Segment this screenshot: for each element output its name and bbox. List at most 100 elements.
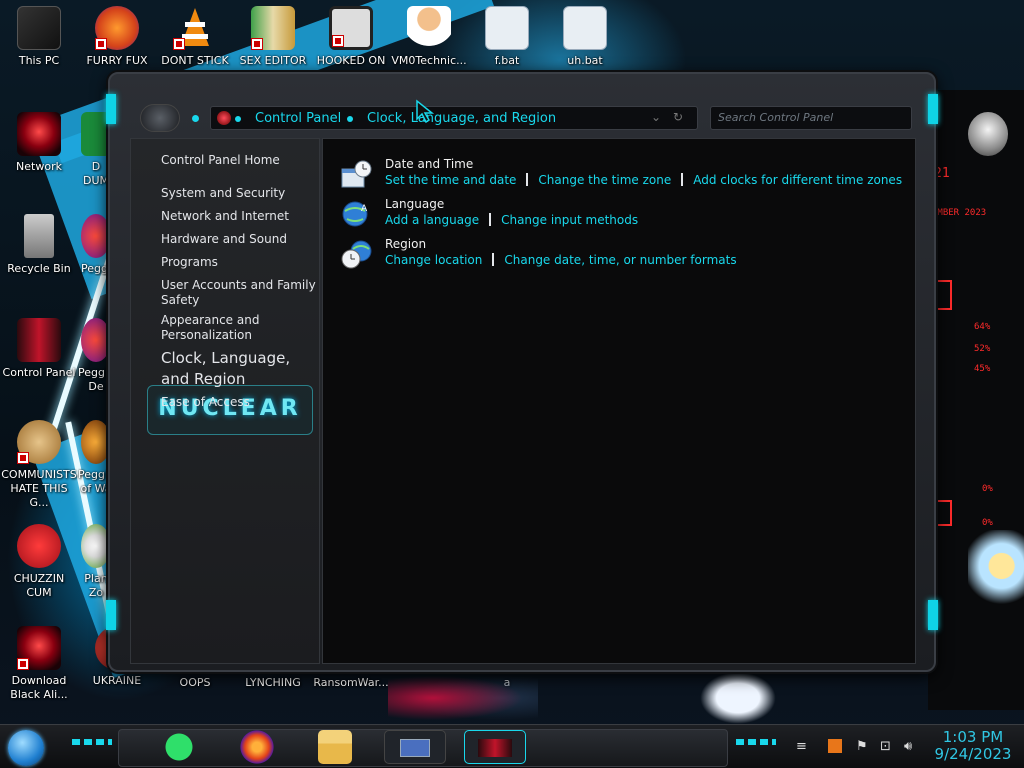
desktop-icon-communists[interactable]: COMMUNISTS HATE THIS G...: [0, 420, 78, 510]
control-panel-window[interactable]: Control Panel Clock, Language, and Regio…: [106, 72, 938, 672]
maze-app-icon: [329, 6, 373, 50]
control-panel-small-icon: [217, 111, 231, 125]
desktop-icon-uh-bat[interactable]: uh.bat: [546, 6, 624, 68]
desktop-icon-label: Network: [16, 160, 62, 173]
wallpaper-star-character: [968, 530, 1024, 620]
link-separator: [526, 173, 529, 186]
desktop-icon-control-panel[interactable]: Control Panel: [0, 318, 78, 380]
hud-readout: 45%: [974, 364, 991, 374]
flag-icon[interactable]: ⚑: [856, 739, 868, 754]
tray-app-icon[interactable]: [828, 739, 842, 753]
sidebar-item-network-internet[interactable]: Network and Internet: [161, 209, 319, 224]
clock[interactable]: 1:03 PM 9/24/2023: [930, 729, 1016, 763]
sidebar-item-hardware-sound[interactable]: Hardware and Sound: [161, 232, 319, 247]
address-bar[interactable]: Control Panel Clock, Language, and Regio…: [210, 106, 698, 130]
desktop-icon-network[interactable]: Network: [0, 112, 78, 174]
link-change-location[interactable]: Change location: [385, 253, 482, 267]
desktop-icon-furry-fux[interactable]: FURRY FUX: [78, 6, 156, 68]
app-thumbnail-icon: [478, 739, 512, 757]
link-change-formats[interactable]: Change date, time, or number formats: [504, 253, 736, 267]
firefox-icon: [95, 6, 139, 50]
network-icon[interactable]: ⊡: [880, 739, 891, 754]
category-title[interactable]: Region: [385, 237, 426, 251]
link-change-input-methods[interactable]: Change input methods: [501, 213, 638, 227]
spotify-icon[interactable]: [162, 730, 196, 764]
link-add-language[interactable]: Add a language: [385, 213, 479, 227]
desktop-icon-lynching[interactable]: LYNCHING: [234, 676, 312, 690]
navigation-bar: Control Panel Clock, Language, and Regio…: [140, 104, 912, 132]
desktop-icon-sex-editor[interactable]: SEX EDITOR: [234, 6, 312, 68]
hex-editor-icon: [251, 6, 295, 50]
desktop-icon-label: f.bat: [494, 54, 520, 67]
link-separator: [492, 253, 495, 266]
desktop-icon-label: Plan Zo: [84, 572, 108, 599]
desktop-icon-label: Peggl: [80, 262, 112, 275]
desktop-icon-this-pc[interactable]: This PC: [0, 6, 78, 68]
desktop-icon-dont-stick[interactable]: DONT STICK: [156, 6, 234, 68]
sidebar-item-home[interactable]: Control Panel Home: [161, 153, 319, 168]
chevron-down-icon[interactable]: ⌄: [651, 110, 661, 124]
volume-icon[interactable]: 🔊︎: [904, 739, 912, 754]
desktop-icon-label: DONT STICK: [161, 54, 229, 67]
sidebar-item-system-security[interactable]: System and Security: [161, 186, 319, 201]
sidebar-item-ease-of-access[interactable]: Ease of Access: [161, 395, 319, 410]
nav-indicator-icon: [192, 115, 199, 122]
recycle-bin-icon: [24, 214, 54, 258]
sidebar-item-user-accounts[interactable]: User Accounts and Family Safety: [161, 278, 319, 308]
alienware-logo-icon: [968, 112, 1008, 156]
taskbar: ≡ ⚑ ⊡ 🔊︎ 1:03 PM 9/24/2023: [0, 724, 1024, 768]
control-panel-icon: [17, 318, 61, 362]
sidebar-item-programs[interactable]: Programs: [161, 255, 319, 270]
desktop-icon-download-black-ali[interactable]: Download Black Ali...: [0, 626, 78, 702]
desktop-icon-ransomware[interactable]: RansomWar...: [312, 676, 390, 690]
back-forward-button[interactable]: [140, 104, 180, 132]
clock-date: 9/24/2023: [934, 745, 1012, 763]
taskbar-decoration: [72, 739, 112, 745]
firefox-icon[interactable]: [240, 730, 274, 764]
link-add-clocks[interactable]: Add clocks for different time zones: [693, 173, 902, 187]
category-title[interactable]: Language: [385, 197, 444, 211]
desktop-icon-label: LYNCHING: [245, 676, 301, 689]
wallpaper-sneaker: [700, 672, 776, 724]
breadcrumb-clock-language-region[interactable]: Clock, Language, and Region: [367, 111, 556, 126]
clock-time: 1:03 PM: [942, 728, 1004, 746]
doctor-avatar-icon: [407, 6, 451, 50]
desktop-icon-f-bat[interactable]: f.bat: [468, 6, 546, 68]
desktop-icon-oops[interactable]: OOPS: [156, 676, 234, 690]
search-input[interactable]: Search Control Panel: [710, 106, 912, 130]
peggle-icon: [81, 318, 111, 362]
mouse-cursor-icon: [416, 99, 435, 124]
vlc-cone-icon: [173, 6, 217, 50]
file-explorer-icon[interactable]: [318, 730, 352, 764]
alien-download-icon: [17, 626, 61, 670]
desktop-icon-hooked-on[interactable]: HOOKED ON: [312, 6, 390, 68]
batch-file-gear-icon: [563, 6, 607, 50]
start-button[interactable]: [8, 730, 44, 766]
tray-overflow-icon[interactable]: ≡: [796, 739, 807, 754]
sidebar-item-appearance[interactable]: Appearance and Personalization: [161, 313, 319, 343]
desktop-icon-chuzzin[interactable]: CHUZZIN CUM: [0, 524, 78, 600]
breadcrumb-separator-icon: [235, 116, 241, 122]
category-title[interactable]: Date and Time: [385, 157, 473, 171]
desktop-icon-recycle-bin[interactable]: Recycle Bin: [0, 214, 78, 276]
desktop-icon-label: SEX EDITOR: [239, 54, 307, 67]
desktop-icon-label: Control Panel: [2, 366, 76, 379]
chuzzle-icon: [17, 524, 61, 568]
desktop-icon-label: uh.bat: [567, 54, 603, 67]
window-accent: [106, 600, 116, 630]
link-change-time-zone[interactable]: Change the time zone: [538, 173, 671, 187]
hud-readout: 0%: [982, 484, 993, 494]
refresh-icon[interactable]: ↻: [673, 110, 683, 124]
hud-readout: 64%: [974, 322, 991, 332]
breadcrumb-control-panel[interactable]: Control Panel: [255, 111, 341, 126]
window-accent: [928, 600, 938, 630]
desktop-icon-label: Recycle Bin: [7, 262, 71, 275]
svg-text:A: A: [361, 204, 368, 214]
desktop-icon-vm0technic[interactable]: VM0Technic...: [390, 6, 468, 68]
alienware-app-icon[interactable]: [464, 730, 526, 764]
desktop-icon-label: D DUM: [82, 160, 109, 187]
control-panel-window-icon[interactable]: [384, 730, 446, 764]
sidebar-item-clock-language-region[interactable]: Clock, Language, and Region: [161, 348, 319, 390]
link-set-time-date[interactable]: Set the time and date: [385, 173, 516, 187]
desktop-icon-label: CHUZZIN CUM: [13, 572, 65, 599]
